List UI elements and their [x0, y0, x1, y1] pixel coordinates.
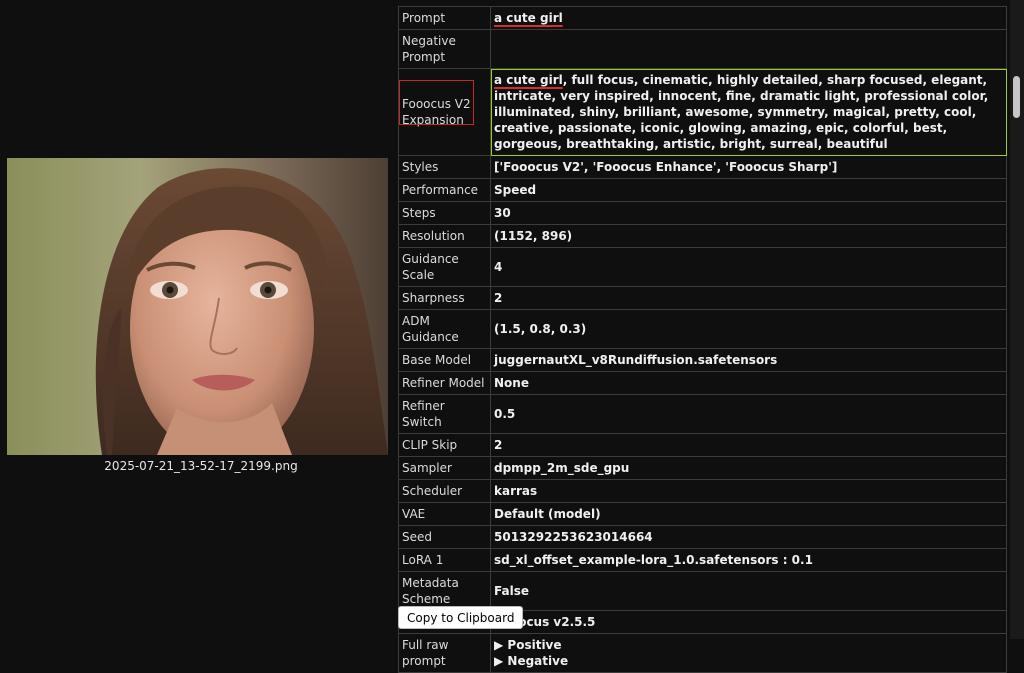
table-row: Performance Speed: [398, 178, 1007, 202]
metadata-value: dpmpp_2m_sde_gpu: [490, 456, 1007, 480]
table-row: Sampler dpmpp_2m_sde_gpu: [398, 456, 1007, 480]
copy-to-clipboard-button[interactable]: Copy to Clipboard: [398, 606, 524, 629]
metadata-key: Sampler: [398, 456, 491, 480]
table-row: Full raw prompt ▶ Positive ▶ Negative: [398, 633, 1007, 673]
metadata-key: Resolution: [398, 224, 491, 248]
metadata-value: Fooocus v2.5.5: [490, 610, 1007, 634]
prompt-value: a cute girl: [494, 11, 563, 25]
metadata-key: Base Model: [398, 348, 491, 372]
metadata-value: (1152, 896): [490, 224, 1007, 248]
metadata-value: 2: [490, 286, 1007, 310]
table-row: LoRA 1 sd_xl_offset_example-lora_1.0.saf…: [398, 548, 1007, 572]
metadata-key: Scheduler: [398, 479, 491, 503]
metadata-value: Default (model): [490, 502, 1007, 526]
expansion-highlight: a cute girl: [494, 73, 563, 87]
metadata-value: Speed: [490, 178, 1007, 202]
metadata-value: 4: [490, 247, 1007, 287]
metadata-key: Performance: [398, 178, 491, 202]
metadata-key: VAE: [398, 502, 491, 526]
table-row: Guidance Scale 4: [398, 247, 1007, 287]
metadata-value: (1.5, 0.8, 0.3): [490, 309, 1007, 349]
table-row: Seed 5013292253623014664: [398, 525, 1007, 549]
metadata-key: LoRA 1: [398, 548, 491, 572]
table-row: Styles ['Fooocus V2', 'Fooocus Enhance',…: [398, 155, 1007, 179]
metadata-key: Prompt: [398, 6, 491, 30]
metadata-value: None: [490, 371, 1007, 395]
metadata-value: 30: [490, 201, 1007, 225]
table-row: Resolution (1152, 896): [398, 224, 1007, 248]
metadata-key: Refiner Model: [398, 371, 491, 395]
metadata-value: 5013292253623014664: [490, 525, 1007, 549]
table-row: Prompt a cute girl: [398, 6, 1007, 30]
table-row: Fooocus V2 Expansion a cute girl, full f…: [398, 68, 1007, 156]
table-row: Scheduler karras: [398, 479, 1007, 503]
table-row: Sharpness 2: [398, 286, 1007, 310]
table-row: Refiner Model None: [398, 371, 1007, 395]
table-row: CLIP Skip 2: [398, 433, 1007, 457]
metadata-value: False: [490, 571, 1007, 611]
metadata-value: 0.5: [490, 394, 1007, 434]
metadata-key: Fooocus V2 Expansion: [398, 68, 491, 156]
table-row: VAE Default (model): [398, 502, 1007, 526]
positive-toggle[interactable]: ▶ Positive: [494, 637, 1003, 653]
metadata-key: Full raw prompt: [398, 633, 491, 673]
table-row: Negative Prompt: [398, 29, 1007, 69]
metadata-key: Metadata Scheme: [398, 571, 491, 611]
metadata-key: CLIP Skip: [398, 433, 491, 457]
metadata-key: Styles: [398, 155, 491, 179]
generated-image[interactable]: [7, 158, 388, 455]
table-row: Metadata Scheme False: [398, 571, 1007, 611]
metadata-table: Prompt a cute girl Negative Prompt Foooc…: [398, 6, 1007, 673]
metadata-value: juggernautXL_v8Rundiffusion.safetensors: [490, 348, 1007, 372]
image-preview-panel: 2025-07-21_13-52-17_2199.png: [0, 0, 392, 639]
metadata-value: karras: [490, 479, 1007, 503]
table-row: ADM Guidance (1.5, 0.8, 0.3): [398, 309, 1007, 349]
metadata-key: Seed: [398, 525, 491, 549]
metadata-key: Sharpness: [398, 286, 491, 310]
metadata-value: sd_xl_offset_example-lora_1.0.safetensor…: [490, 548, 1007, 572]
negative-toggle[interactable]: ▶ Negative: [494, 653, 1003, 669]
metadata-value: [490, 29, 1007, 69]
metadata-value: a cute girl, full focus, cinematic, high…: [490, 68, 1007, 156]
metadata-key: Refiner Switch: [398, 394, 491, 434]
metadata-value: ['Fooocus V2', 'Fooocus Enhance', 'Foooc…: [490, 155, 1007, 179]
metadata-value: ▶ Positive ▶ Negative: [490, 633, 1007, 673]
expansion-key-label: Fooocus V2 Expansion: [402, 97, 471, 127]
scrollbar-thumb[interactable]: [1013, 76, 1020, 118]
image-filename: 2025-07-21_13-52-17_2199.png: [104, 459, 298, 473]
table-row: Refiner Switch 0.5: [398, 394, 1007, 434]
metadata-value: a cute girl: [490, 6, 1007, 30]
metadata-key: ADM Guidance: [398, 309, 491, 349]
metadata-key: Steps: [398, 201, 491, 225]
metadata-value: 2: [490, 433, 1007, 457]
scrollbar[interactable]: [1010, 0, 1024, 639]
metadata-key: Guidance Scale: [398, 247, 491, 287]
expansion-text: , full focus, cinematic, highly detailed…: [494, 73, 989, 151]
table-row: Steps 30: [398, 201, 1007, 225]
metadata-key: Negative Prompt: [398, 29, 491, 69]
table-row: Base Model juggernautXL_v8Rundiffusion.s…: [398, 348, 1007, 372]
